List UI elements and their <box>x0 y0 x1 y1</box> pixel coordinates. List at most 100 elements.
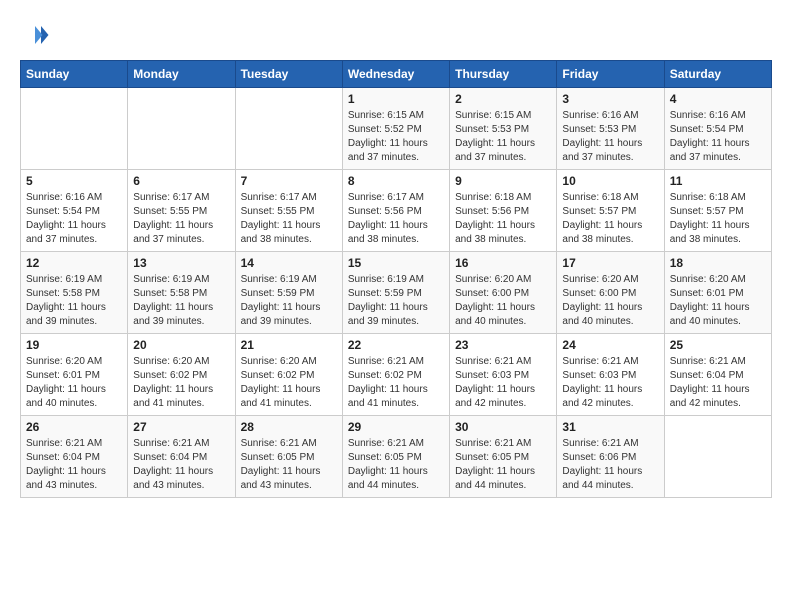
weekday-header-row: SundayMondayTuesdayWednesdayThursdayFrid… <box>21 61 772 88</box>
calendar-cell <box>21 88 128 170</box>
day-info: Sunrise: 6:17 AMSunset: 5:55 PMDaylight:… <box>241 191 337 247</box>
day-number: 22 <box>348 338 444 352</box>
calendar-cell: 17 Sunrise: 6:20 AMSunset: 6:00 PMDayligh… <box>557 252 664 334</box>
day-number: 24 <box>562 338 658 352</box>
calendar-cell: 6 Sunrise: 6:17 AMSunset: 5:55 PMDaylight… <box>128 170 235 252</box>
calendar-cell: 31 Sunrise: 6:21 AMSunset: 6:06 PMDayligh… <box>557 416 664 498</box>
calendar-cell: 22 Sunrise: 6:21 AMSunset: 6:02 PMDayligh… <box>342 334 449 416</box>
day-info: Sunrise: 6:16 AMSunset: 5:54 PMDaylight:… <box>26 191 122 247</box>
weekday-header-sunday: Sunday <box>21 61 128 88</box>
calendar-week-5: 26 Sunrise: 6:21 AMSunset: 6:04 PMDayligh… <box>21 416 772 498</box>
day-info: Sunrise: 6:20 AMSunset: 6:02 PMDaylight:… <box>241 355 337 411</box>
day-info: Sunrise: 6:19 AMSunset: 5:59 PMDaylight:… <box>241 273 337 329</box>
day-number: 11 <box>670 174 766 188</box>
day-info: Sunrise: 6:21 AMSunset: 6:06 PMDaylight:… <box>562 437 658 493</box>
day-info: Sunrise: 6:20 AMSunset: 6:00 PMDaylight:… <box>562 273 658 329</box>
day-number: 30 <box>455 420 551 434</box>
day-number: 16 <box>455 256 551 270</box>
day-number: 26 <box>26 420 122 434</box>
day-info: Sunrise: 6:18 AMSunset: 5:57 PMDaylight:… <box>562 191 658 247</box>
page-header <box>20 20 772 50</box>
day-number: 12 <box>26 256 122 270</box>
day-number: 20 <box>133 338 229 352</box>
day-info: Sunrise: 6:19 AMSunset: 5:58 PMDaylight:… <box>26 273 122 329</box>
day-number: 7 <box>241 174 337 188</box>
calendar-table: SundayMondayTuesdayWednesdayThursdayFrid… <box>20 60 772 498</box>
calendar-cell: 18 Sunrise: 6:20 AMSunset: 6:01 PMDayligh… <box>664 252 771 334</box>
day-number: 10 <box>562 174 658 188</box>
day-number: 9 <box>455 174 551 188</box>
day-number: 21 <box>241 338 337 352</box>
calendar-cell: 23 Sunrise: 6:21 AMSunset: 6:03 PMDayligh… <box>450 334 557 416</box>
calendar-cell: 29Sunrise: 6:21 AMSunset: 6:05 PMDayligh… <box>342 416 449 498</box>
calendar-cell: 8 Sunrise: 6:17 AMSunset: 5:56 PMDaylight… <box>342 170 449 252</box>
weekday-header-saturday: Saturday <box>664 61 771 88</box>
day-number: 8 <box>348 174 444 188</box>
day-info: Sunrise: 6:21 AMSunset: 6:03 PMDaylight:… <box>455 355 551 411</box>
calendar-cell: 10 Sunrise: 6:18 AMSunset: 5:57 PMDayligh… <box>557 170 664 252</box>
day-info: Sunrise: 6:16 AMSunset: 5:54 PMDaylight:… <box>670 109 766 165</box>
calendar-cell: 26 Sunrise: 6:21 AMSunset: 6:04 PMDayligh… <box>21 416 128 498</box>
calendar-cell: 7 Sunrise: 6:17 AMSunset: 5:55 PMDaylight… <box>235 170 342 252</box>
day-number: 23 <box>455 338 551 352</box>
day-number: 1 <box>348 92 444 106</box>
calendar-cell: 28Sunrise: 6:21 AMSunset: 6:05 PMDayligh… <box>235 416 342 498</box>
day-number: 27 <box>133 420 229 434</box>
calendar-cell: 27 Sunrise: 6:21 AMSunset: 6:04 PMDayligh… <box>128 416 235 498</box>
day-number: 4 <box>670 92 766 106</box>
weekday-header-monday: Monday <box>128 61 235 88</box>
calendar-cell: 5 Sunrise: 6:16 AMSunset: 5:54 PMDaylight… <box>21 170 128 252</box>
day-info: Sunrise: 6:20 AMSunset: 6:02 PMDaylight:… <box>133 355 229 411</box>
calendar-cell: 12 Sunrise: 6:19 AMSunset: 5:58 PMDayligh… <box>21 252 128 334</box>
day-info: Sunrise: 6:20 AMSunset: 6:01 PMDaylight:… <box>670 273 766 329</box>
calendar-cell: 30 Sunrise: 6:21 AMSunset: 6:05 PMDayligh… <box>450 416 557 498</box>
calendar-cell: 3Sunrise: 6:16 AMSunset: 5:53 PMDaylight… <box>557 88 664 170</box>
weekday-header-thursday: Thursday <box>450 61 557 88</box>
day-number: 29 <box>348 420 444 434</box>
day-number: 2 <box>455 92 551 106</box>
calendar-cell: 11Sunrise: 6:18 AMSunset: 5:57 PMDayligh… <box>664 170 771 252</box>
day-number: 31 <box>562 420 658 434</box>
day-info: Sunrise: 6:18 AMSunset: 5:56 PMDaylight:… <box>455 191 551 247</box>
day-info: Sunrise: 6:21 AMSunset: 6:02 PMDaylight:… <box>348 355 444 411</box>
day-info: Sunrise: 6:21 AMSunset: 6:04 PMDaylight:… <box>133 437 229 493</box>
calendar-cell: 9 Sunrise: 6:18 AMSunset: 5:56 PMDaylight… <box>450 170 557 252</box>
day-info: Sunrise: 6:15 AMSunset: 5:52 PMDaylight:… <box>348 109 444 165</box>
day-info: Sunrise: 6:20 AMSunset: 6:01 PMDaylight:… <box>26 355 122 411</box>
calendar-week-3: 12 Sunrise: 6:19 AMSunset: 5:58 PMDayligh… <box>21 252 772 334</box>
weekday-header-wednesday: Wednesday <box>342 61 449 88</box>
day-number: 18 <box>670 256 766 270</box>
calendar-week-4: 19 Sunrise: 6:20 AMSunset: 6:01 PMDayligh… <box>21 334 772 416</box>
day-number: 25 <box>670 338 766 352</box>
calendar-cell <box>235 88 342 170</box>
day-number: 17 <box>562 256 658 270</box>
day-info: Sunrise: 6:21 AMSunset: 6:05 PMDaylight:… <box>455 437 551 493</box>
day-number: 5 <box>26 174 122 188</box>
weekday-header-friday: Friday <box>557 61 664 88</box>
logo <box>20 20 54 50</box>
calendar-cell: 1 Sunrise: 6:15 AMSunset: 5:52 PMDaylight… <box>342 88 449 170</box>
day-info: Sunrise: 6:19 AMSunset: 5:59 PMDaylight:… <box>348 273 444 329</box>
calendar-cell: 16 Sunrise: 6:20 AMSunset: 6:00 PMDayligh… <box>450 252 557 334</box>
logo-icon <box>20 20 50 50</box>
calendar-cell: 15 Sunrise: 6:19 AMSunset: 5:59 PMDayligh… <box>342 252 449 334</box>
day-number: 3 <box>562 92 658 106</box>
calendar-week-1: 1 Sunrise: 6:15 AMSunset: 5:52 PMDaylight… <box>21 88 772 170</box>
calendar-week-2: 5 Sunrise: 6:16 AMSunset: 5:54 PMDaylight… <box>21 170 772 252</box>
day-info: Sunrise: 6:19 AMSunset: 5:58 PMDaylight:… <box>133 273 229 329</box>
day-number: 19 <box>26 338 122 352</box>
calendar-cell: 13Sunrise: 6:19 AMSunset: 5:58 PMDayligh… <box>128 252 235 334</box>
calendar-cell: 21 Sunrise: 6:20 AMSunset: 6:02 PMDayligh… <box>235 334 342 416</box>
day-info: Sunrise: 6:21 AMSunset: 6:03 PMDaylight:… <box>562 355 658 411</box>
calendar-cell: 25Sunrise: 6:21 AMSunset: 6:04 PMDayligh… <box>664 334 771 416</box>
day-number: 6 <box>133 174 229 188</box>
calendar-cell: 20 Sunrise: 6:20 AMSunset: 6:02 PMDayligh… <box>128 334 235 416</box>
calendar-cell: 24 Sunrise: 6:21 AMSunset: 6:03 PMDayligh… <box>557 334 664 416</box>
day-info: Sunrise: 6:17 AMSunset: 5:56 PMDaylight:… <box>348 191 444 247</box>
day-info: Sunrise: 6:21 AMSunset: 6:04 PMDaylight:… <box>26 437 122 493</box>
day-info: Sunrise: 6:20 AMSunset: 6:00 PMDaylight:… <box>455 273 551 329</box>
day-number: 14 <box>241 256 337 270</box>
day-info: Sunrise: 6:17 AMSunset: 5:55 PMDaylight:… <box>133 191 229 247</box>
day-number: 15 <box>348 256 444 270</box>
day-number: 28 <box>241 420 337 434</box>
